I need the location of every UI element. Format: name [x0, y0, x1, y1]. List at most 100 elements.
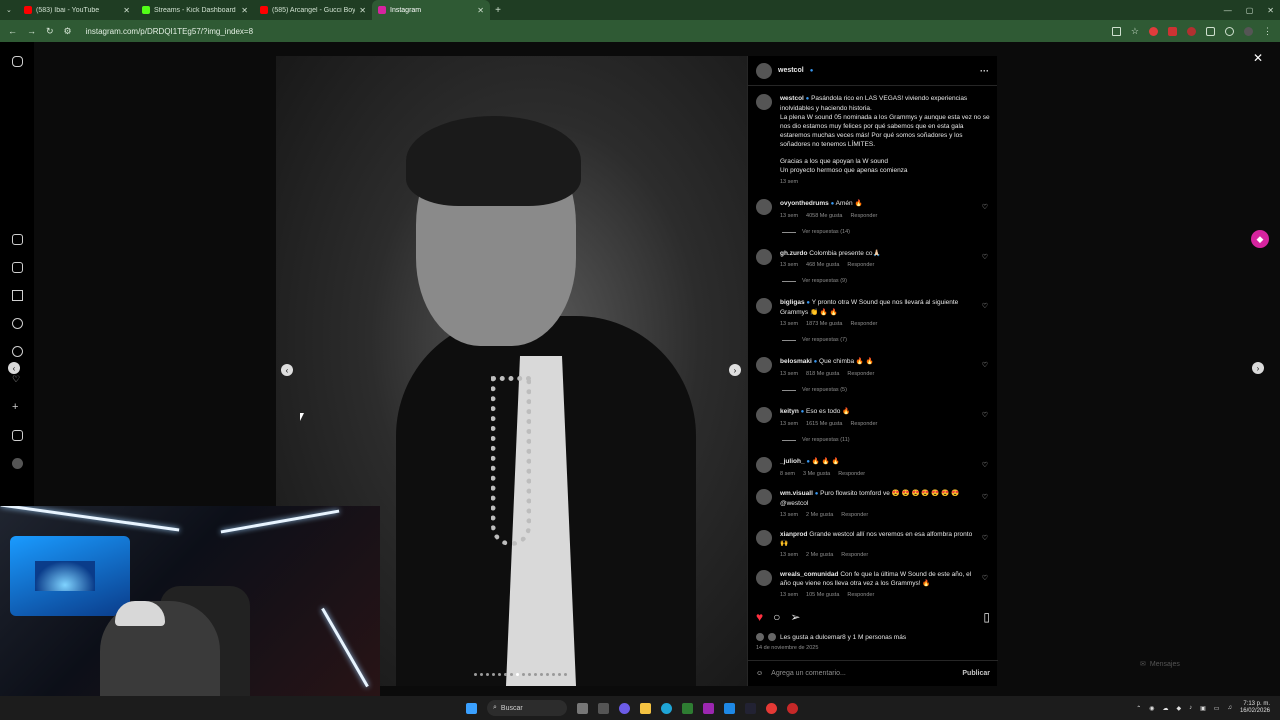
avatar[interactable] — [756, 94, 772, 110]
url-field[interactable]: instagram.com/p/DRDQI1TEg57/?img_index=8 — [86, 27, 253, 36]
close-tab-icon[interactable]: ✕ — [359, 6, 366, 15]
next-post-button[interactable]: › — [1252, 362, 1264, 374]
comment-username[interactable]: _julioh_ — [780, 458, 805, 465]
bookmark-star-icon[interactable]: ☆ — [1131, 26, 1139, 37]
avatar[interactable] — [756, 407, 772, 423]
widgets-icon[interactable] — [598, 702, 609, 714]
comment-username[interactable]: gh.zurdo — [780, 250, 807, 257]
share-icon[interactable]: ➢ — [790, 610, 800, 624]
view-replies-button[interactable]: Ver respuestas (14) — [782, 229, 990, 235]
comment-likes[interactable]: 1873 Me gusta — [806, 320, 842, 329]
avatar[interactable] — [756, 298, 772, 314]
comment-input[interactable]: Agrega un comentario... — [771, 670, 954, 677]
tab-instagram[interactable]: Instagram ✕ — [372, 0, 490, 20]
prev-post-button[interactable]: ‹ — [8, 362, 20, 374]
comment-likes[interactable]: 105 Me gusta — [806, 591, 839, 600]
reply-button[interactable]: Responder — [847, 261, 874, 270]
tab-search-button[interactable]: ⌄ — [0, 0, 18, 20]
comments-scroll[interactable]: westcol ● Pasándola rico en LAS VEGAS! v… — [748, 86, 998, 606]
carousel-prev-button[interactable]: ‹ — [281, 364, 293, 376]
close-modal-icon[interactable]: ✕ — [1253, 51, 1263, 65]
tray-app-icon[interactable]: ☁ — [1163, 705, 1169, 712]
comment-likes[interactable]: 818 Me gusta — [806, 370, 839, 379]
view-replies-button[interactable]: Ver respuestas (11) — [782, 437, 990, 443]
messages-button[interactable]: ✉ Mensajes — [1140, 660, 1180, 669]
like-comment-icon[interactable]: ♡ — [982, 493, 988, 502]
view-replies-button[interactable]: Ver respuestas (7) — [782, 337, 990, 343]
like-comment-icon[interactable]: ♡ — [982, 534, 988, 543]
volume-icon[interactable]: ♫ — [1227, 705, 1232, 711]
comment-username[interactable]: keityn — [780, 408, 799, 415]
extension-red-icon[interactable] — [1149, 26, 1158, 36]
copilot-icon[interactable] — [619, 702, 630, 714]
floating-extension-button[interactable]: ◆ — [1251, 230, 1269, 248]
comment-username[interactable]: wreals_comunidad — [780, 571, 839, 578]
avatar[interactable] — [756, 570, 772, 586]
more-options-icon[interactable]: ··· — [980, 66, 989, 76]
send-icon[interactable] — [12, 290, 23, 301]
steam-icon[interactable] — [745, 702, 756, 714]
install-app-icon[interactable] — [1111, 26, 1121, 36]
comment-likes[interactable]: 4058 Me gusta — [806, 212, 842, 221]
browser-menu-icon[interactable]: ⋮ — [1263, 26, 1272, 37]
notifications-icon[interactable]: ♡ — [12, 374, 23, 385]
reload-icon[interactable]: ↻ — [46, 26, 54, 37]
profile-avatar[interactable] — [1244, 26, 1253, 36]
reply-button[interactable]: Responder — [850, 212, 877, 221]
avatar[interactable] — [756, 530, 772, 546]
maximize-icon[interactable]: ▢ — [1246, 6, 1254, 15]
extensions-puzzle-icon[interactable] — [1206, 26, 1215, 36]
reply-button[interactable]: Responder — [847, 370, 874, 379]
extension-abp-icon[interactable] — [1168, 26, 1177, 36]
back-icon[interactable]: ← — [8, 26, 17, 37]
network-icon[interactable]: ▭ — [1214, 705, 1220, 712]
comment-icon[interactable]: ○ — [773, 610, 780, 624]
tray-app-icon[interactable]: ◆ — [1177, 705, 1182, 712]
task-view-icon[interactable] — [577, 702, 588, 714]
like-comment-icon[interactable]: ♡ — [982, 253, 988, 262]
carousel-next-button[interactable]: › — [729, 364, 741, 376]
publish-button[interactable]: Publicar — [962, 670, 990, 677]
tab-kick-dashboard[interactable]: Streams - Kick Dashboard ✕ — [136, 0, 254, 20]
likes-text[interactable]: Les gusta a dulcemar8 y 1 M personas más — [780, 634, 906, 641]
view-replies-button[interactable]: Ver respuestas (9) — [782, 278, 990, 284]
comment-likes[interactable]: 468 Me gusta — [806, 261, 839, 270]
caption-username[interactable]: westcol — [780, 95, 804, 102]
close-window-icon[interactable]: ✕ — [1267, 6, 1274, 15]
taskbar-search[interactable]: ⌕ Buscar — [487, 700, 567, 716]
like-comment-icon[interactable]: ♡ — [982, 574, 988, 583]
emoji-icon[interactable]: ☺ — [756, 670, 763, 677]
reply-button[interactable]: Responder — [841, 551, 868, 560]
file-explorer-icon[interactable] — [640, 702, 651, 714]
tray-app-icon[interactable]: ▣ — [1200, 705, 1206, 712]
reply-button[interactable]: Responder — [850, 420, 877, 429]
avatar[interactable] — [756, 199, 772, 215]
like-comment-icon[interactable]: ♡ — [982, 203, 988, 212]
tray-chevron-icon[interactable]: ⌃ — [1136, 705, 1141, 712]
avatar[interactable] — [756, 62, 772, 79]
comment-username[interactable]: wm.visuall — [780, 490, 813, 497]
comment-likes[interactable]: 1615 Me gusta — [806, 420, 842, 429]
view-replies-button[interactable]: Ver respuestas (5) — [782, 387, 990, 393]
comment-likes[interactable]: 2 Me gusta — [806, 551, 833, 560]
comment-username[interactable]: bigligas — [780, 299, 805, 306]
instagram-logo-icon[interactable] — [12, 56, 23, 67]
translate-icon[interactable] — [1225, 26, 1234, 36]
create-icon[interactable]: + — [12, 402, 23, 413]
taskbar-clock[interactable]: 7:13 p. m. 16/02/2026 — [1240, 701, 1270, 715]
avatar[interactable] — [756, 457, 772, 473]
new-tab-button[interactable]: + — [490, 5, 506, 16]
like-comment-icon[interactable]: ♡ — [982, 302, 988, 311]
close-tab-icon[interactable]: ✕ — [241, 6, 248, 15]
save-icon[interactable]: ▯ — [983, 610, 990, 624]
dashboard-icon[interactable] — [12, 430, 23, 441]
avatar[interactable] — [756, 249, 772, 265]
avatar[interactable] — [756, 357, 772, 373]
search-icon[interactable] — [12, 318, 23, 329]
tab-youtube-ibai[interactable]: (583) Ibai - YouTube ✕ — [18, 0, 136, 20]
like-comment-icon[interactable]: ♡ — [982, 361, 988, 370]
like-comment-icon[interactable]: ♡ — [982, 411, 988, 420]
comment-likes[interactable]: 3 Me gusta — [803, 470, 830, 479]
extension-icon[interactable] — [1187, 26, 1196, 36]
comment-username[interactable]: ovyonthedrums — [780, 200, 829, 207]
